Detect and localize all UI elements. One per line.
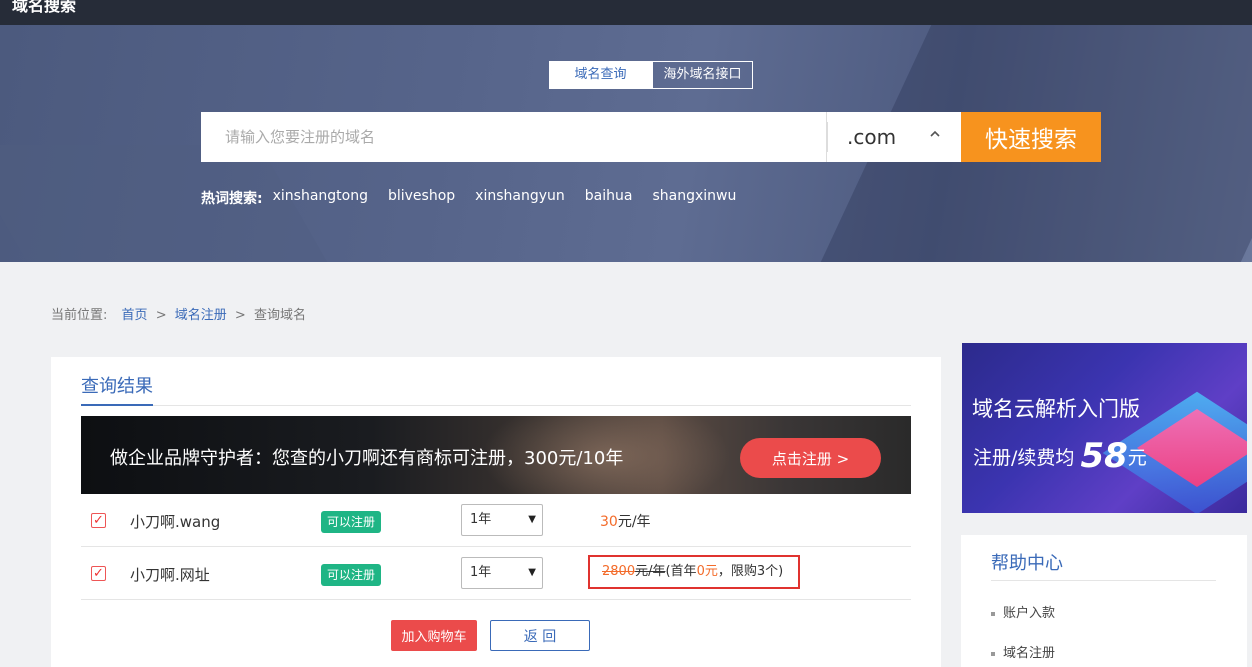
old-price-unit: 元/年 [635,564,666,579]
breadcrumb: 当前位置: 首页 > 域名注册 > 查询域名 [51,304,306,323]
domain-search-input[interactable] [201,112,826,162]
domain-result-row: ✓ 小刀啊.网址 可以注册 1年 ▼ 2800元/年(首年0元，限购3个) [81,547,911,600]
caret-down-icon: ▼ [528,567,536,578]
old-price: 2800 [602,564,636,579]
promo-price-box: 2800元/年(首年0元，限购3个) [588,555,800,589]
help-center: 帮助中心 账户入款 域名注册 [961,535,1247,667]
breadcrumb-home-link[interactable]: 首页 [122,308,148,323]
ad-subline-prefix: 注册/续费均 [973,447,1075,469]
period-select[interactable]: 1年 ▼ [461,557,543,589]
brand-title: 域名搜索 [12,0,77,15]
title-underline [81,404,153,406]
domain-checkbox[interactable]: ✓ [91,513,106,528]
results-title: 查询结果 [81,376,153,397]
caret-down-icon: ▼ [528,514,536,525]
hot-words: 热词搜索: xinshangtong bliveshop xinshangyun… [201,188,736,208]
domain-result-row: ✓ 小刀啊.wang 可以注册 1年 ▼ 30元/年 [81,494,911,547]
promo-text: 做企业品牌守护者：您查的小刀啊还有商标可注册，300元/10年 [110,448,624,469]
hot-word-link[interactable]: xinshangyun [475,188,565,208]
ad-headline: 域名云解析入门版 [972,397,1140,421]
back-button[interactable]: 返 回 [490,620,590,651]
divider [827,122,828,152]
hot-word-link[interactable]: bliveshop [388,188,455,208]
divider [991,580,1216,581]
price-value: 30 [600,514,618,530]
period-select[interactable]: 1年 ▼ [461,504,543,536]
breadcrumb-domain-register-link[interactable]: 域名注册 [175,308,227,323]
search-tabs: 域名查询 海外域名接口 [549,61,753,89]
price-text: 30元/年 [600,511,651,531]
domain-name: 小刀啊.网址 [130,566,210,584]
ad-subline: 注册/续费均 58元 [973,436,1147,476]
hot-word-link[interactable]: shangxinwu [652,188,736,208]
price-unit: 元/年 [617,514,651,530]
status-badge: 可以注册 [321,511,382,533]
breadcrumb-current: 查询域名 [253,308,306,323]
add-to-cart-button[interactable]: 加入购物车 [391,620,477,651]
divider [81,405,911,406]
hot-word-link[interactable]: baihua [585,188,633,208]
tab-domain-query[interactable]: 域名查询 [549,61,652,89]
status-badge: 可以注册 [321,564,382,586]
breadcrumb-separator: > [234,308,246,323]
hot-words-label: 热词搜索: [201,191,263,207]
domain-search-bar: .com 快速搜索 [201,112,1101,162]
hero-banner: 域名查询 海外域名接口 .com 快速搜索 热词搜索: xinshangtong… [0,25,1252,262]
chevron-up-icon [929,125,941,144]
breadcrumb-prefix: 当前位置: [51,308,108,323]
result-actions: 加入购物车 返 回 [391,620,590,651]
trademark-promo-banner: 做企业品牌守护者：您查的小刀啊还有商标可注册，300元/10年 点击注册 > [81,416,911,494]
period-select-value: 1年 [470,565,492,580]
promo-text-b: ，限购3个) [717,564,784,579]
hot-word-link[interactable]: xinshangtong [273,188,368,208]
help-link-domain-register[interactable]: 域名注册 [991,642,1055,661]
dns-ad-banner[interactable]: 域名云解析入门版 注册/续费均 58元 [962,343,1247,513]
ad-price-unit: 元 [1127,447,1147,469]
help-link-deposit[interactable]: 账户入款 [991,602,1055,621]
breadcrumb-separator: > [155,308,167,323]
domain-name: 小刀啊.wang [130,513,221,531]
tld-select[interactable]: .com [826,112,961,162]
quick-search-button[interactable]: 快速搜索 [961,112,1101,162]
results-panel: 查询结果 做企业品牌守护者：您查的小刀啊还有商标可注册，300元/10年 点击注… [51,357,941,667]
period-select-value: 1年 [470,512,492,527]
tab-overseas-api[interactable]: 海外域名接口 [652,61,753,89]
help-center-title: 帮助中心 [991,553,1063,574]
top-bar: 域名搜索 [0,0,1252,25]
promo-register-button[interactable]: 点击注册 > [740,438,881,478]
tld-select-value: .com [847,125,897,149]
promo-price: 0元 [696,564,718,579]
ad-price: 58 [1080,436,1128,476]
domain-checkbox[interactable]: ✓ [91,566,106,581]
promo-text-a: (首年 [665,564,697,579]
